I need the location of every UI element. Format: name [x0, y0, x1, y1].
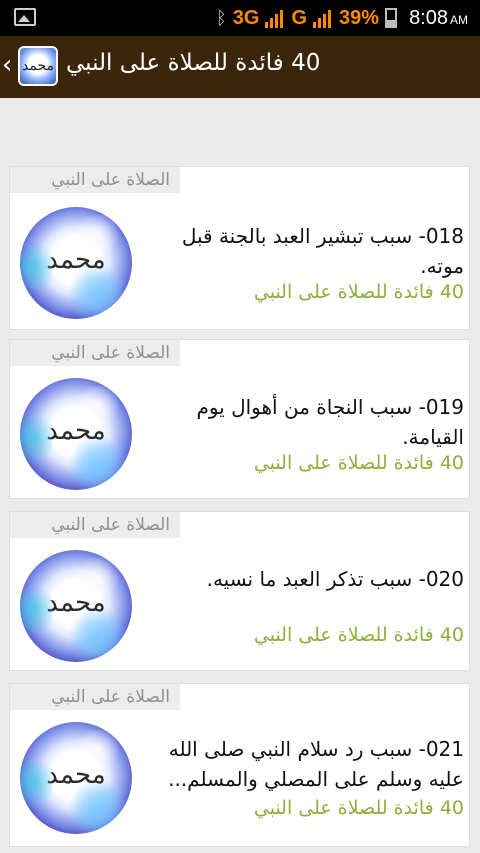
network-3g-label: 3G [232, 6, 260, 29]
item-subtitle: 40 فائدة للصلاة على النبي [253, 624, 464, 646]
thumb-calligraphy: محمد [46, 245, 106, 275]
item-title-line-2: موته. [420, 254, 464, 278]
item-thumbnail: محمد [20, 550, 132, 662]
item-thumbnail: محمد [20, 207, 132, 319]
signal-icon [265, 8, 284, 28]
list-item[interactable]: الصلاة على النبي محمد 019- سبب النجاة من… [9, 339, 470, 499]
item-title-line-2: عليه وسلم على المصلي والمسلم... [168, 767, 464, 791]
item-category: الصلاة على النبي [10, 512, 180, 538]
list-item[interactable]: الصلاة على النبي محمد 020- سبب تذكر العب… [9, 511, 470, 671]
clock-time: 8:08 [409, 6, 448, 29]
item-thumbnail: محمد [20, 722, 132, 834]
gallery-icon [14, 8, 36, 26]
clock-ampm: AM [450, 12, 468, 27]
item-subtitle: 40 فائدة للصلاة على النبي [253, 797, 464, 819]
app-logo[interactable]: محمد [18, 46, 58, 86]
battery-icon [385, 8, 398, 28]
item-thumbnail: محمد [20, 378, 132, 490]
thumb-calligraphy: محمد [46, 588, 106, 618]
item-category: الصلاة على النبي [10, 167, 180, 193]
bluetooth-icon: ᛒ [215, 7, 227, 28]
item-title-line-2: القيامة. [402, 425, 464, 449]
list-item[interactable]: الصلاة على النبي محمد 018- سبب تبشير الع… [9, 166, 470, 330]
item-title-line-1: 019- سبب النجاة من أهوال يوم [196, 395, 464, 419]
thumb-calligraphy: محمد [46, 760, 106, 790]
item-category: الصلاة على النبي [10, 340, 180, 366]
item-title-line-1: 018- سبب تبشير العبد بالجنة قبل [181, 224, 464, 248]
app-logo-text: محمد [22, 58, 54, 74]
item-title-line-1: 020- سبب تذكر العبد ما نسيه. [206, 567, 464, 591]
item-subtitle: 40 فائدة للصلاة على النبي [253, 452, 464, 474]
status-icons: ᛒ 3G G 39% 8:08 AM [216, 0, 468, 36]
item-subtitle: 40 فائدة للصلاة على النبي [253, 281, 464, 303]
page-title: 40 فائدة للصلاة على النبي [66, 50, 321, 76]
action-bar: ‹ محمد 40 فائدة للصلاة على النبي [0, 36, 480, 98]
back-chevron-icon[interactable]: ‹ [2, 52, 12, 78]
status-bar: ᛒ 3G G 39% 8:08 AM [0, 0, 480, 36]
clock: 8:08 AM [409, 7, 468, 30]
signal-icon-2 [313, 8, 332, 28]
network-g-label: G [291, 6, 308, 29]
battery-percent: 39% [339, 6, 380, 29]
item-category: الصلاة على النبي [10, 684, 180, 710]
list-item[interactable]: الصلاة على النبي محمد 021- سبب رد سلام ا… [9, 683, 470, 847]
item-title-line-1: 021- سبب رد سلام النبي صلى الله [168, 737, 464, 761]
thumb-calligraphy: محمد [46, 416, 106, 446]
